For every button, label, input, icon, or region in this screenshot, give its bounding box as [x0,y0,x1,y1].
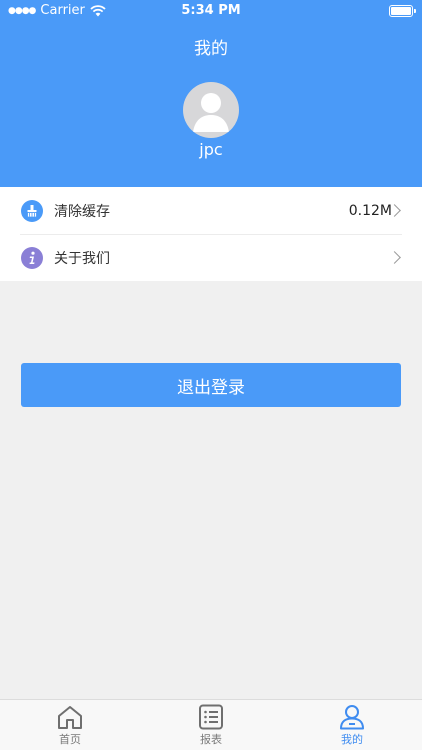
logout-button[interactable]: 退出登录 [21,363,401,407]
status-bar: ●●●● Carrier 5:34 PM [0,0,422,22]
tab-label: 首页 [59,733,81,746]
user-icon [340,705,364,730]
menu-item-about-us[interactable]: 关于我们 [0,234,422,281]
page-title: 我的 [194,39,228,59]
avatar[interactable] [183,82,239,138]
list-icon [199,704,223,730]
settings-menu: 清除缓存 0.12M 关于我们 [0,187,422,281]
menu-item-label: 清除缓存 [54,203,110,220]
tab-home[interactable]: 首页 [0,700,140,750]
tab-bar: 首页 报表 我的 [0,699,422,750]
status-time: 5:34 PM [181,3,241,18]
tab-label: 报表 [200,733,222,746]
menu-item-clear-cache[interactable]: 清除缓存 0.12M [0,187,422,234]
tab-reports[interactable]: 报表 [141,700,281,750]
profile-header: ●●●● Carrier 5:34 PM 我的 jpc [0,0,422,187]
info-icon [21,246,43,269]
battery-icon [389,5,416,17]
user-avatar-icon [193,93,229,132]
cache-size-value: 0.12M [348,202,392,219]
tab-label: 我的 [341,733,363,746]
tab-mine[interactable]: 我的 [282,700,422,750]
chevron-right-icon [388,251,401,264]
menu-item-label: 关于我们 [54,250,110,267]
home-icon [58,706,82,729]
broom-icon [21,199,43,222]
username: jpc [199,140,223,159]
